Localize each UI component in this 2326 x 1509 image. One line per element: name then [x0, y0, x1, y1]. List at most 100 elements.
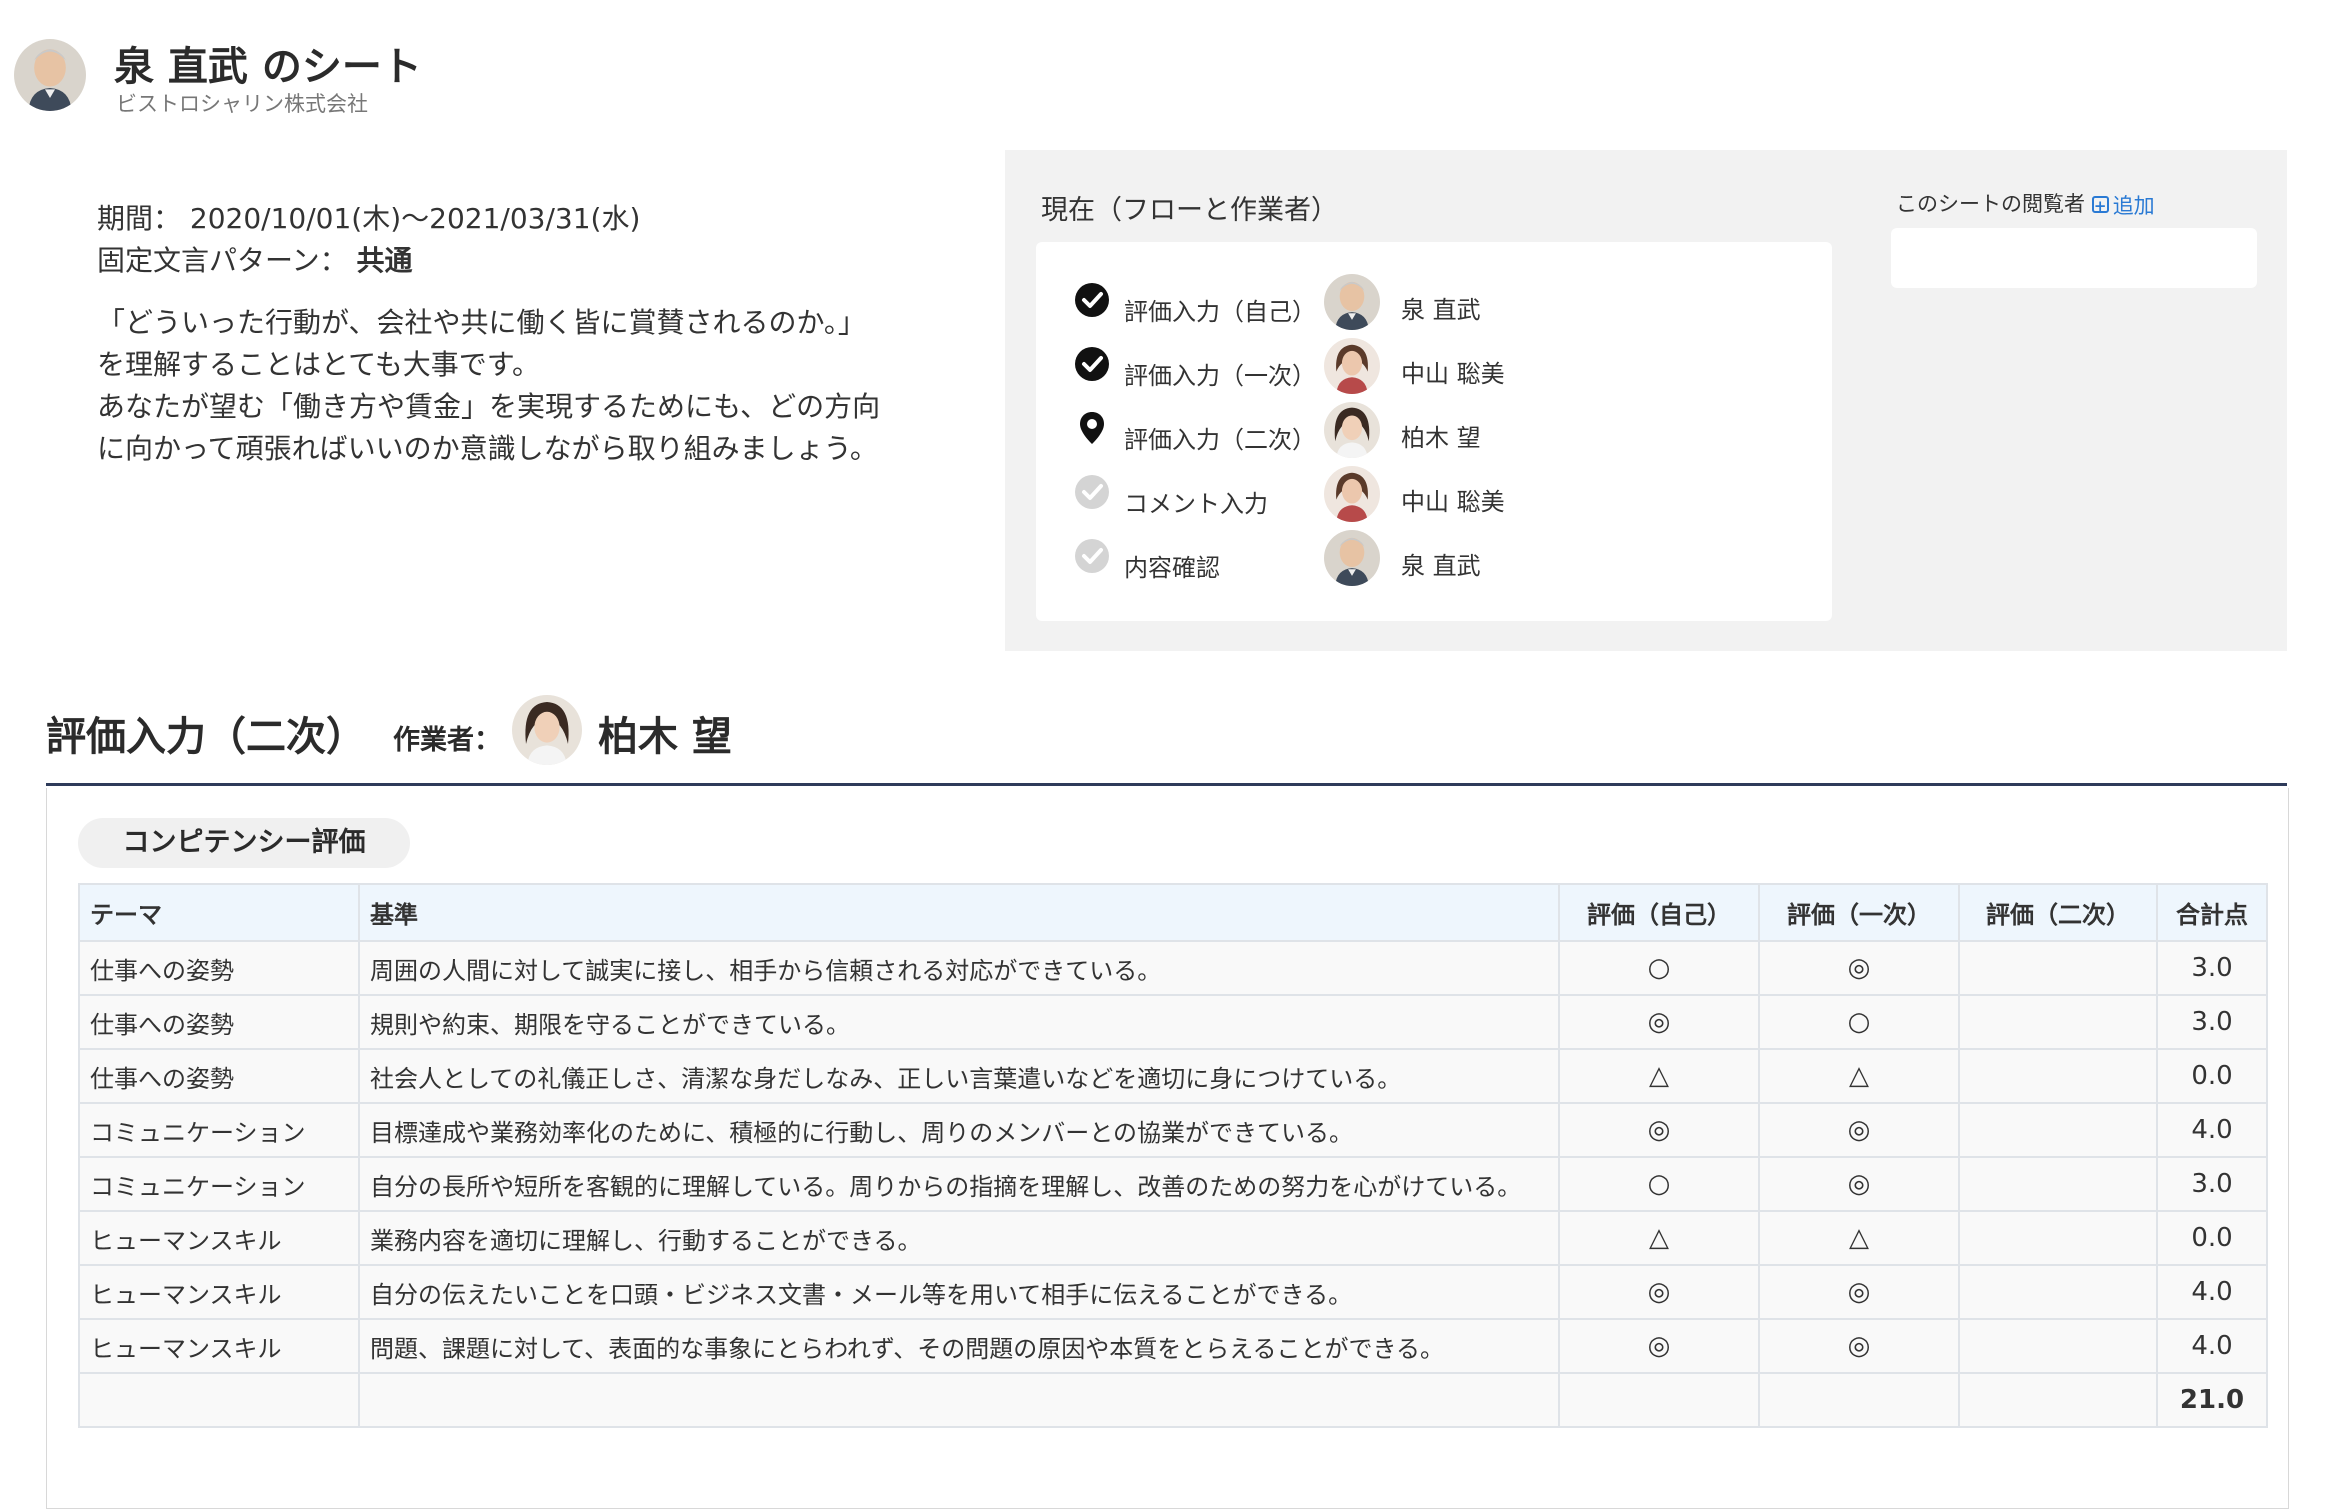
- pattern-label: 固定文言パターン：: [97, 244, 348, 277]
- section-divider: [46, 783, 2287, 786]
- flow-step-label: 評価入力（二次）: [1124, 426, 1316, 454]
- flow-step-avatar: [1324, 274, 1380, 330]
- flow-step-person: 中山 聡美: [1401, 360, 1505, 388]
- flow-step-avatar: [1324, 466, 1380, 522]
- company-name: ビストロシャリン株式会社: [116, 92, 368, 116]
- cell-criteria: 社会人としての礼儀正しさ、清潔な身だしなみ、正しい言葉遣いなどを適切に身につけて…: [358, 1048, 1560, 1104]
- flow-step-person: 中山 聡美: [1401, 488, 1505, 516]
- cell-theme: ヒューマンスキル: [78, 1318, 360, 1374]
- owner-avatar: [14, 39, 86, 111]
- check-circle-icon: [1074, 538, 1110, 574]
- table-row: 仕事への姿勢 周囲の人間に対して誠実に接し、相手から信頼される対応ができている。 ○…: [78, 940, 2268, 996]
- table-header-row: テーマ 基準 評価（自己） 評価（一次） 評価（二次） 合計点: [78, 883, 2268, 942]
- empty-cell: [1958, 1372, 2158, 1428]
- cell-theme: コミュニケーション: [78, 1102, 360, 1158]
- cell-self: ◎: [1558, 994, 1760, 1050]
- cell-first: ○: [1758, 994, 1960, 1050]
- flow-step-person: 泉 直武: [1401, 552, 1481, 580]
- period-label: 期間：: [97, 202, 182, 235]
- cell-self: ◎: [1558, 1264, 1760, 1320]
- cell-second[interactable]: [1958, 940, 2158, 996]
- cell-second[interactable]: [1958, 994, 2158, 1050]
- flow-step-label: 評価入力（自己）: [1124, 298, 1316, 326]
- cell-first: ◎: [1758, 1318, 1960, 1374]
- cell-theme: コミュニケーション: [78, 1156, 360, 1212]
- pattern-row: 固定文言パターン： 共通: [97, 240, 640, 282]
- cell-criteria: 自分の長所や短所を客観的に理解している。周りからの指摘を理解し、改善のための努力…: [358, 1156, 1560, 1212]
- cell-first: △: [1758, 1210, 1960, 1266]
- cell-criteria: 周囲の人間に対して誠実に接し、相手から信頼される対応ができている。: [358, 940, 1560, 996]
- cell-total: 3.0: [2156, 1156, 2268, 1212]
- flow-step-label: コメント入力: [1124, 490, 1268, 518]
- cell-total: 0.0: [2156, 1210, 2268, 1266]
- flow-step-person: 柏木 望: [1401, 424, 1481, 452]
- flow-title: 現在（フローと作業者）: [1041, 195, 1338, 226]
- table-total-row: 21.0: [78, 1372, 2268, 1428]
- cell-second[interactable]: [1958, 1318, 2158, 1374]
- empty-cell: [358, 1372, 1560, 1428]
- grand-total: 21.0: [2156, 1372, 2268, 1428]
- table-row: コミュニケーション 目標達成や業務効率化のために、積極的に行動し、周りのメンバーと…: [78, 1102, 2268, 1158]
- cell-first: ◎: [1758, 940, 1960, 996]
- add-viewer-button[interactable]: + 追加: [2091, 190, 2155, 220]
- cell-self: △: [1558, 1048, 1760, 1104]
- table-row: ヒューマンスキル 問題、課題に対して、表面的な事象にとらわれず、その問題の原因や本…: [78, 1318, 2268, 1374]
- cell-total: 3.0: [2156, 994, 2268, 1050]
- flow-step-person: 泉 直武: [1401, 296, 1481, 324]
- cell-second[interactable]: [1958, 1156, 2158, 1212]
- flow-step-label: 評価入力（一次）: [1124, 362, 1316, 390]
- cell-self: ◎: [1558, 1318, 1760, 1374]
- table-row: 仕事への姿勢 規則や約束、期限を守ることができている。 ◎ ○ 3.0: [78, 994, 2268, 1050]
- col-self: 評価（自己）: [1558, 883, 1760, 942]
- cell-total: 0.0: [2156, 1048, 2268, 1104]
- cell-criteria: 規則や約束、期限を守ることができている。: [358, 994, 1560, 1050]
- cell-second[interactable]: [1958, 1048, 2158, 1104]
- tab-competency[interactable]: コンピテンシー評価: [78, 818, 410, 868]
- col-theme: テーマ: [78, 883, 360, 942]
- cell-second[interactable]: [1958, 1210, 2158, 1266]
- cell-theme: ヒューマンスキル: [78, 1264, 360, 1320]
- pattern-value: 共通: [356, 244, 413, 277]
- flow-step-avatar: [1324, 338, 1380, 394]
- period-row: 期間： 2020/10/01(木)〜2021/03/31(水): [97, 198, 640, 240]
- cell-self: ○: [1558, 940, 1760, 996]
- viewers-label: このシートの閲覧者: [1896, 192, 2085, 216]
- cell-criteria: 自分の伝えたいことを口頭・ビジネス文書・メール等を用いて相手に伝えることができる…: [358, 1264, 1560, 1320]
- flow-step-label: 内容確認: [1124, 554, 1220, 582]
- cell-criteria: 目標達成や業務効率化のために、積極的に行動し、周りのメンバーとの協業ができている…: [358, 1102, 1560, 1158]
- worker-avatar: [512, 695, 582, 765]
- sheet-description: 「どういった行動が、会社や共に働く皆に賞賛されるのか。」 を理解することはとても…: [97, 306, 881, 465]
- cell-total: 3.0: [2156, 940, 2268, 996]
- check-circle-icon: [1074, 346, 1110, 382]
- cell-theme: 仕事への姿勢: [78, 994, 360, 1050]
- empty-cell: [1758, 1372, 1960, 1428]
- cell-total: 4.0: [2156, 1264, 2268, 1320]
- table-row: コミュニケーション 自分の長所や短所を客観的に理解している。周りからの指摘を理解し…: [78, 1156, 2268, 1212]
- worker-name: 柏木 望: [598, 714, 732, 760]
- map-pin-icon: [1074, 410, 1110, 446]
- sheet-title: 泉 直武 のシート: [114, 44, 422, 90]
- cell-first: ◎: [1758, 1102, 1960, 1158]
- cell-self: ○: [1558, 1156, 1760, 1212]
- table-row: 仕事への姿勢 社会人としての礼儀正しさ、清潔な身だしなみ、正しい言葉遣いなどを適切…: [78, 1048, 2268, 1104]
- viewers-list: [1891, 228, 2257, 288]
- check-circle-icon: [1074, 282, 1110, 318]
- cell-second[interactable]: [1958, 1264, 2158, 1320]
- cell-theme: ヒューマンスキル: [78, 1210, 360, 1266]
- flow-step-avatar: [1324, 402, 1380, 458]
- cell-self: ◎: [1558, 1102, 1760, 1158]
- cell-total: 4.0: [2156, 1102, 2268, 1158]
- table-row: ヒューマンスキル 業務内容を適切に理解し、行動することができる。 △ △ 0.0: [78, 1210, 2268, 1266]
- evaluation-table: テーマ 基準 評価（自己） 評価（一次） 評価（二次） 合計点 仕事への姿勢 周囲…: [78, 883, 2268, 1428]
- cell-first: △: [1758, 1048, 1960, 1104]
- col-total: 合計点: [2156, 883, 2268, 942]
- cell-theme: 仕事への姿勢: [78, 940, 360, 996]
- col-criteria: 基準: [358, 883, 1560, 942]
- add-viewer-label: 追加: [2112, 193, 2155, 218]
- flow-step-avatar: [1324, 530, 1380, 586]
- sheet-info: 期間： 2020/10/01(木)〜2021/03/31(水) 固定文言パターン…: [97, 198, 640, 282]
- cell-first: ◎: [1758, 1264, 1960, 1320]
- empty-cell: [78, 1372, 360, 1428]
- cell-second[interactable]: [1958, 1102, 2158, 1158]
- cell-theme: 仕事への姿勢: [78, 1048, 360, 1104]
